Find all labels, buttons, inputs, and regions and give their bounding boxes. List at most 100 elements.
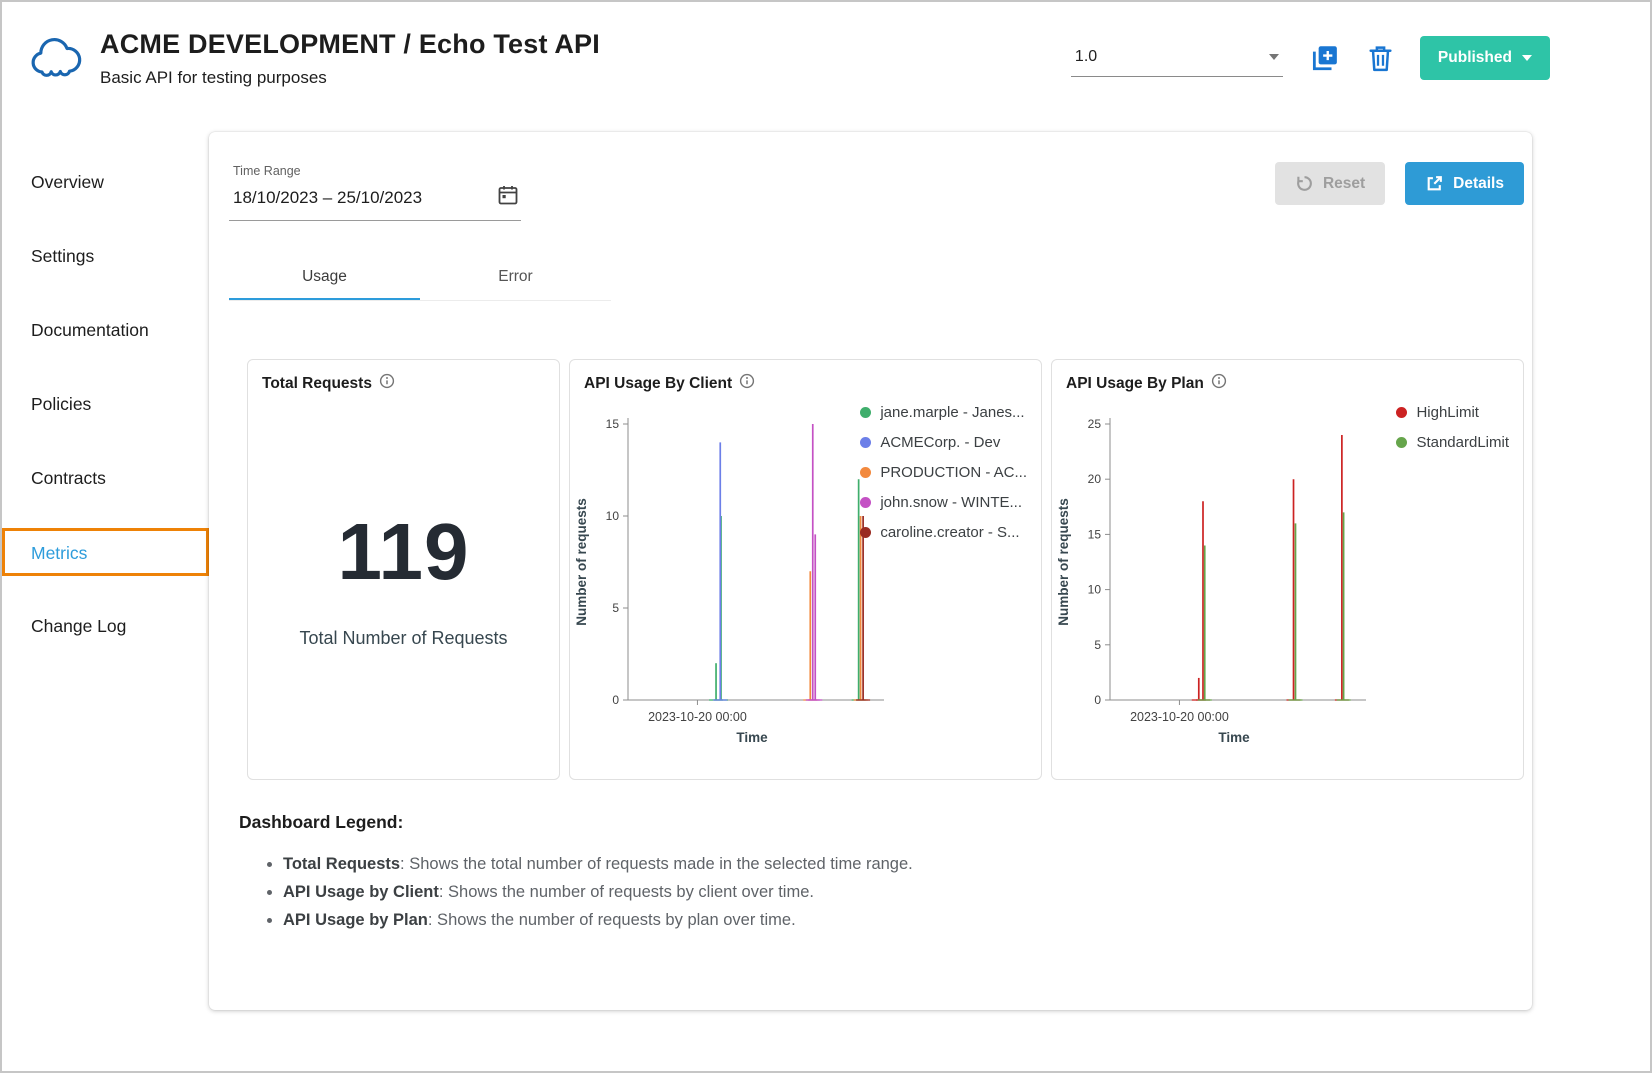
svg-text:10: 10	[606, 509, 620, 523]
chart-legend-item[interactable]: john.snow - WINTE...	[860, 494, 1027, 511]
sidebar-item-change-log[interactable]: Change Log	[2, 602, 209, 650]
sidebar-item-policies[interactable]: Policies	[2, 380, 209, 428]
svg-text:0: 0	[1094, 693, 1101, 707]
version-select-value: 1.0	[1075, 48, 1097, 66]
total-requests-caption: Total Number of Requests	[248, 628, 559, 649]
info-icon[interactable]	[379, 373, 395, 394]
metrics-cards: Total Requests 119 Total Number of Reque…	[247, 359, 1524, 780]
legend-color-dot	[860, 437, 871, 448]
reset-label: Reset	[1323, 175, 1365, 193]
svg-text:20: 20	[1088, 472, 1102, 486]
card-title: API Usage By Client	[584, 375, 732, 393]
time-range-picker[interactable]: Time Range 18/10/2023 – 25/10/2023	[229, 162, 521, 221]
chart-legend: jane.marple - Janes... ACMECorp. - Dev PRO…	[860, 404, 1027, 541]
chart-legend-item[interactable]: StandardLimit	[1396, 434, 1509, 451]
open-in-new-icon	[1425, 174, 1444, 193]
version-select[interactable]: 1.0	[1071, 40, 1283, 77]
legend-color-dot	[860, 467, 871, 478]
legend-desc: : Shows the number of requests by plan o…	[428, 911, 796, 929]
sidebar-item-documentation[interactable]: Documentation	[2, 306, 209, 354]
svg-text:2023-10-20 00:00: 2023-10-20 00:00	[648, 710, 747, 724]
svg-text:15: 15	[1088, 527, 1102, 541]
details-label: Details	[1453, 175, 1504, 193]
legend-label: john.snow - WINTE...	[880, 494, 1022, 511]
chart-legend-item[interactable]: jane.marple - Janes...	[860, 404, 1027, 421]
legend-label: caroline.creator - S...	[880, 524, 1019, 541]
toolbar-actions: Reset Details	[1275, 162, 1524, 205]
sidebar-item-overview[interactable]: Overview	[2, 158, 209, 206]
legend-label: ACMECorp. - Dev	[880, 434, 1000, 451]
details-button[interactable]: Details	[1405, 162, 1524, 205]
info-icon[interactable]	[1211, 373, 1227, 394]
legend-label: PRODUCTION - AC...	[880, 464, 1027, 481]
app-window: ACME DEVELOPMENT / Echo Test API Basic A…	[0, 0, 1652, 1073]
svg-text:15: 15	[606, 417, 620, 431]
chart-legend-item[interactable]: HighLimit	[1396, 404, 1509, 421]
svg-text:Number of requests: Number of requests	[574, 498, 589, 626]
tab-usage[interactable]: Usage	[229, 253, 420, 300]
metrics-tabs: Usage Error	[229, 253, 611, 301]
chevron-down-icon	[1269, 54, 1279, 60]
legend-label: HighLimit	[1416, 404, 1479, 421]
usage-by-client-card: API Usage By Client 0 5 10 15 2023-10-20 00:…	[569, 359, 1042, 780]
usage-by-plan-card: API Usage By Plan 05101520252023-10-20 0…	[1051, 359, 1524, 780]
content: Overview Settings Documentation Policies…	[2, 106, 1650, 1010]
legend-label: StandardLimit	[1416, 434, 1509, 451]
dashboard-legend-title: Dashboard Legend:	[239, 812, 1524, 833]
dashboard-legend: Dashboard Legend: Total Requests: Shows …	[239, 812, 1524, 930]
sidebar-item-contracts[interactable]: Contracts	[2, 454, 209, 502]
total-requests-value: 119	[248, 506, 559, 598]
card-title: Total Requests	[262, 375, 372, 393]
chart-legend-item[interactable]: PRODUCTION - AC...	[860, 464, 1027, 481]
svg-text:5: 5	[1094, 638, 1101, 652]
metrics-toolbar: Time Range 18/10/2023 – 25/10/2023	[229, 162, 1524, 221]
svg-text:Number of requests: Number of requests	[1056, 498, 1071, 626]
svg-text:Time: Time	[1218, 730, 1250, 745]
page-title: ACME DEVELOPMENT / Echo Test API	[100, 29, 600, 60]
legend-desc: : Shows the total number of requests mad…	[400, 855, 913, 873]
published-label: Published	[1438, 49, 1512, 67]
svg-text:Time: Time	[736, 730, 768, 745]
duplicate-api-button[interactable]	[1307, 41, 1341, 75]
sidebar: Overview Settings Documentation Policies…	[2, 106, 209, 676]
chart-legend-item[interactable]: ACMECorp. - Dev	[860, 434, 1027, 451]
legend-label: jane.marple - Janes...	[880, 404, 1024, 421]
usage-by-plan-chart: 0 5 10 15 20 25 2023-10-20 00:00 Time Number of …	[1054, 408, 1523, 761]
header-actions: 1.0 Published	[1071, 36, 1550, 80]
svg-text:25: 25	[1088, 417, 1102, 431]
legend-color-dot	[860, 527, 871, 538]
chevron-down-icon	[1522, 55, 1532, 61]
sidebar-item-metrics[interactable]: Metrics	[2, 528, 209, 576]
time-range-label: Time Range	[233, 164, 519, 178]
legend-term: Total Requests	[283, 855, 400, 873]
svg-text:10: 10	[1088, 583, 1102, 597]
legend-color-dot	[860, 407, 871, 418]
delete-api-button[interactable]	[1365, 42, 1396, 75]
legend-desc: : Shows the number of requests by client…	[439, 883, 814, 901]
info-icon[interactable]	[739, 373, 755, 394]
svg-text:2023-10-20 00:00: 2023-10-20 00:00	[1130, 710, 1229, 724]
legend-color-dot	[1396, 407, 1407, 418]
legend-term: API Usage by Client	[283, 883, 439, 901]
svg-text:0: 0	[612, 693, 619, 707]
header: ACME DEVELOPMENT / Echo Test API Basic A…	[2, 2, 1650, 106]
legend-bullet: API Usage by Plan: Shows the number of r…	[283, 911, 1524, 930]
chart-legend-item[interactable]: caroline.creator - S...	[860, 524, 1027, 541]
metrics-panel: Time Range 18/10/2023 – 25/10/2023	[209, 132, 1532, 1010]
page-subtitle: Basic API for testing purposes	[100, 68, 600, 88]
title-block: ACME DEVELOPMENT / Echo Test API Basic A…	[100, 29, 600, 88]
reset-button[interactable]: Reset	[1275, 162, 1385, 205]
legend-color-dot	[1396, 437, 1407, 448]
sidebar-item-settings[interactable]: Settings	[2, 232, 209, 280]
time-range-value: 18/10/2023 – 25/10/2023	[233, 188, 422, 208]
legend-bullet: Total Requests: Shows the total number o…	[283, 855, 1524, 874]
restore-icon	[1295, 174, 1314, 193]
svg-text:5: 5	[612, 601, 619, 615]
chart-legend: HighLimit StandardLimit	[1396, 404, 1509, 451]
published-status-button[interactable]: Published	[1420, 36, 1550, 80]
legend-bullet: API Usage by Client: Shows the number of…	[283, 883, 1524, 902]
calendar-icon[interactable]	[497, 184, 519, 211]
cloud-logo-icon	[26, 32, 82, 84]
total-requests-card: Total Requests 119 Total Number of Reque…	[247, 359, 560, 780]
tab-error[interactable]: Error	[420, 253, 611, 300]
